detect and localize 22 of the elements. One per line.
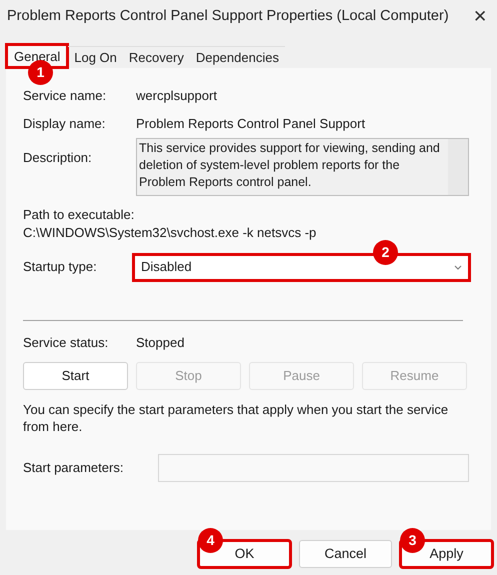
- window-title: Problem Reports Control Panel Support Properties (Local Computer): [7, 7, 449, 26]
- start-parameters-field[interactable]: [158, 454, 469, 482]
- hint-text: You can specify the start parameters that apply when you start the service from here.: [23, 401, 450, 436]
- field-label: Startup type:: [23, 258, 98, 276]
- tab[interactable]: General: [6, 44, 68, 68]
- field-value: C:\WINDOWS\System32\svchost.exe -k netsvcs -p: [23, 224, 318, 242]
- field-value: Stopped: [136, 334, 184, 352]
- field-label: Start parameters:: [23, 459, 124, 478]
- field-label: Display name:: [23, 115, 106, 133]
- field-label: Description:: [23, 149, 93, 167]
- close-button[interactable]: ✕: [473, 4, 487, 30]
- field-label: Service name:: [23, 87, 108, 105]
- field-label: Service status:: [23, 334, 110, 352]
- description-box: This service provides support for viewing, sending and deletion of system-level problem reports for the Problem Reports control panel.: [136, 138, 469, 196]
- field-value: Problem Reports Control Panel Support: [136, 115, 366, 133]
- service-button[interactable]: Start: [23, 362, 128, 390]
- field-label: Path to executable:: [23, 206, 136, 223]
- step-number-badge: 2: [373, 240, 398, 264]
- dialog-button[interactable]: Cancel: [299, 540, 392, 568]
- field-value: wercplsupport: [136, 87, 217, 105]
- scrollbar[interactable]: [448, 139, 468, 195]
- chevron-down-icon: [454, 264, 462, 270]
